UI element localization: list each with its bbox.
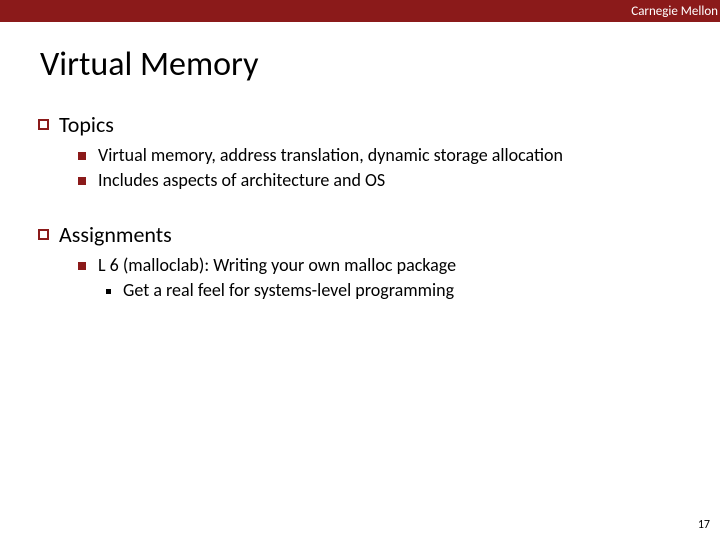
page-number: 17 (698, 518, 710, 532)
filled-square-bullet-icon (78, 262, 86, 270)
hollow-square-bullet-icon (38, 229, 49, 240)
topics-list: Virtual memory, address translation, dyn… (38, 144, 690, 193)
list-sub-item-text: Get a real feel for systems-level progra… (123, 279, 454, 302)
filled-square-bullet-icon (78, 152, 86, 160)
filled-square-bullet-icon (78, 177, 86, 185)
slide-content: Topics Virtual memory, address translati… (0, 111, 720, 303)
section-header-topics: Topics (38, 111, 690, 138)
assignments-list: L 6 (malloclab): Writing your own malloc… (38, 254, 690, 303)
hollow-square-bullet-icon (38, 119, 49, 130)
section-heading: Topics (59, 111, 114, 138)
section-header-assignments: Assignments (38, 221, 690, 248)
list-item-text: Virtual memory, address translation, dyn… (98, 144, 563, 167)
institution-label: Carnegie Mellon (631, 4, 720, 19)
list-item: L 6 (malloclab): Writing your own malloc… (78, 254, 690, 277)
assignments-sublist: Get a real feel for systems-level progra… (78, 279, 690, 302)
slide-title: Virtual Memory (40, 44, 720, 85)
header-bar: Carnegie Mellon (0, 0, 720, 22)
list-item: Virtual memory, address translation, dyn… (78, 144, 690, 167)
tiny-square-bullet-icon (106, 289, 111, 294)
list-item-text: L 6 (malloclab): Writing your own malloc… (98, 254, 456, 277)
list-sub-item: Get a real feel for systems-level progra… (106, 279, 690, 302)
list-item-text: Includes aspects of architecture and OS (98, 169, 385, 192)
list-item: Includes aspects of architecture and OS (78, 169, 690, 192)
section-heading: Assignments (59, 221, 172, 248)
